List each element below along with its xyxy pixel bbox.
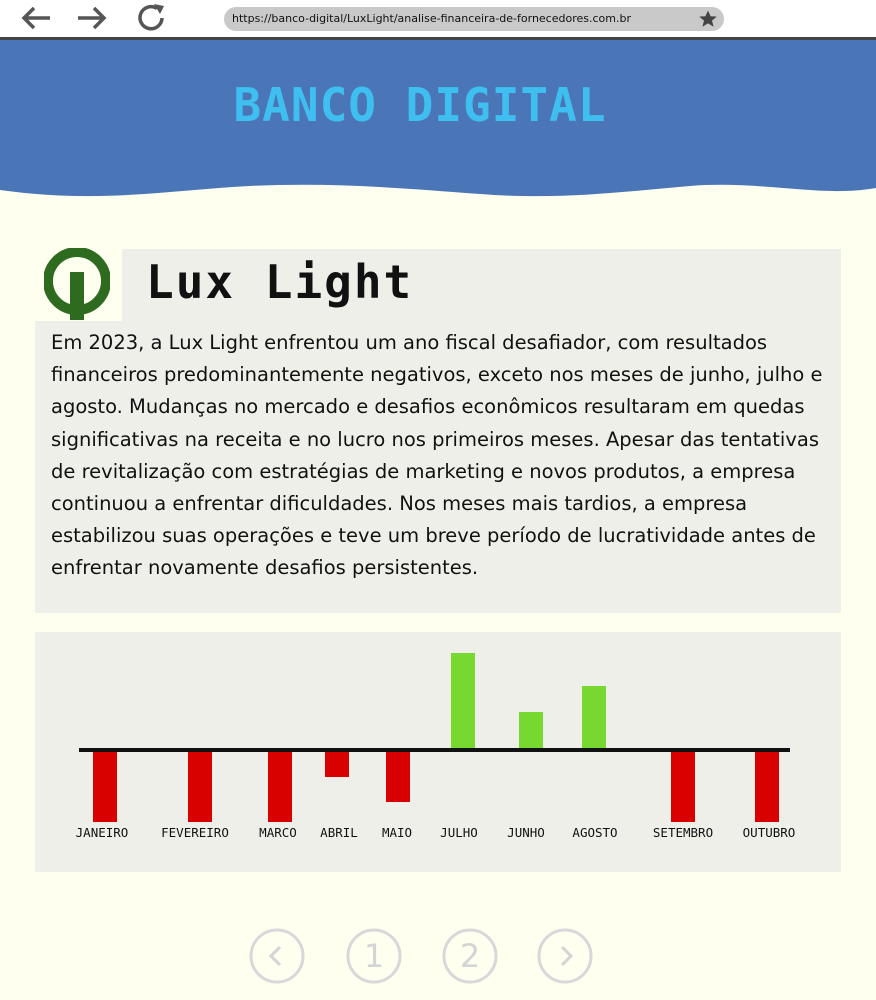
brand-title: BANCO DIGITAL: [233, 78, 607, 132]
bar-abril: [325, 750, 349, 777]
bar-maio: [386, 750, 410, 802]
chevron-right-icon: [537, 928, 593, 984]
site-header: BANCO DIGITAL: [0, 40, 876, 205]
next-page-button[interactable]: [537, 928, 593, 984]
bar-julho: [451, 653, 475, 750]
page-2-button[interactable]: 2: [442, 928, 498, 984]
chart-canvas: JANEIRO FEVEREIRO MARCO ABRIL MAIO JULHO JUNHO…: [76, 653, 796, 840]
lux-light-logo: [44, 248, 110, 320]
company-description: Em 2023, a Lux Light enfrentou um ano fi…: [51, 331, 823, 580]
bar-junho: [519, 712, 543, 750]
bar-outubro: [755, 750, 779, 822]
page-2-label: 2: [459, 937, 481, 975]
previous-page-button[interactable]: [249, 928, 305, 984]
company-description-box: Em 2023, a Lux Light enfrentou um ano fi…: [35, 321, 841, 613]
category-label: MARCO: [259, 825, 297, 840]
url-text: https://banco-digital/LuxLight/analise-f…: [232, 12, 631, 25]
page-1-label: 1: [363, 937, 385, 975]
category-label: JANEIRO: [76, 825, 129, 840]
monthly-results-chart: JANEIRO FEVEREIRO MARCO ABRIL MAIO JULHO JUNHO…: [35, 632, 841, 872]
page-1-button[interactable]: 1: [346, 928, 402, 984]
category-label: ABRIL: [320, 825, 358, 840]
bar-agosto: [582, 686, 606, 750]
star-icon[interactable]: [698, 9, 718, 29]
company-title-box: Lux Light: [122, 249, 841, 321]
bar-setembro: [671, 750, 695, 822]
bar-marco: [268, 750, 292, 822]
category-label: MAIO: [382, 825, 412, 840]
category-label: SETEMBRO: [653, 825, 713, 840]
chevron-left-icon: [249, 928, 305, 984]
arrow-left-icon: [21, 6, 50, 30]
category-label: JUNHO: [507, 825, 545, 840]
bar-janeiro: [93, 750, 117, 822]
category-label: OUTUBRO: [743, 825, 796, 840]
back-button[interactable]: [18, 2, 54, 34]
category-label: JULHO: [440, 825, 478, 840]
arrow-right-icon: [78, 6, 107, 30]
bar-fevereiro: [188, 750, 212, 822]
reload-icon: [138, 4, 164, 31]
address-bar[interactable]: https://banco-digital/LuxLight/analise-f…: [224, 7, 724, 31]
category-label: AGOSTO: [572, 825, 617, 840]
category-label: FEVEREIRO: [161, 825, 229, 840]
company-name: Lux Light: [146, 255, 414, 309]
browser-toolbar: https://banco-digital/LuxLight/analise-f…: [0, 0, 876, 40]
forward-button[interactable]: [74, 2, 110, 34]
reload-button[interactable]: [134, 2, 170, 34]
